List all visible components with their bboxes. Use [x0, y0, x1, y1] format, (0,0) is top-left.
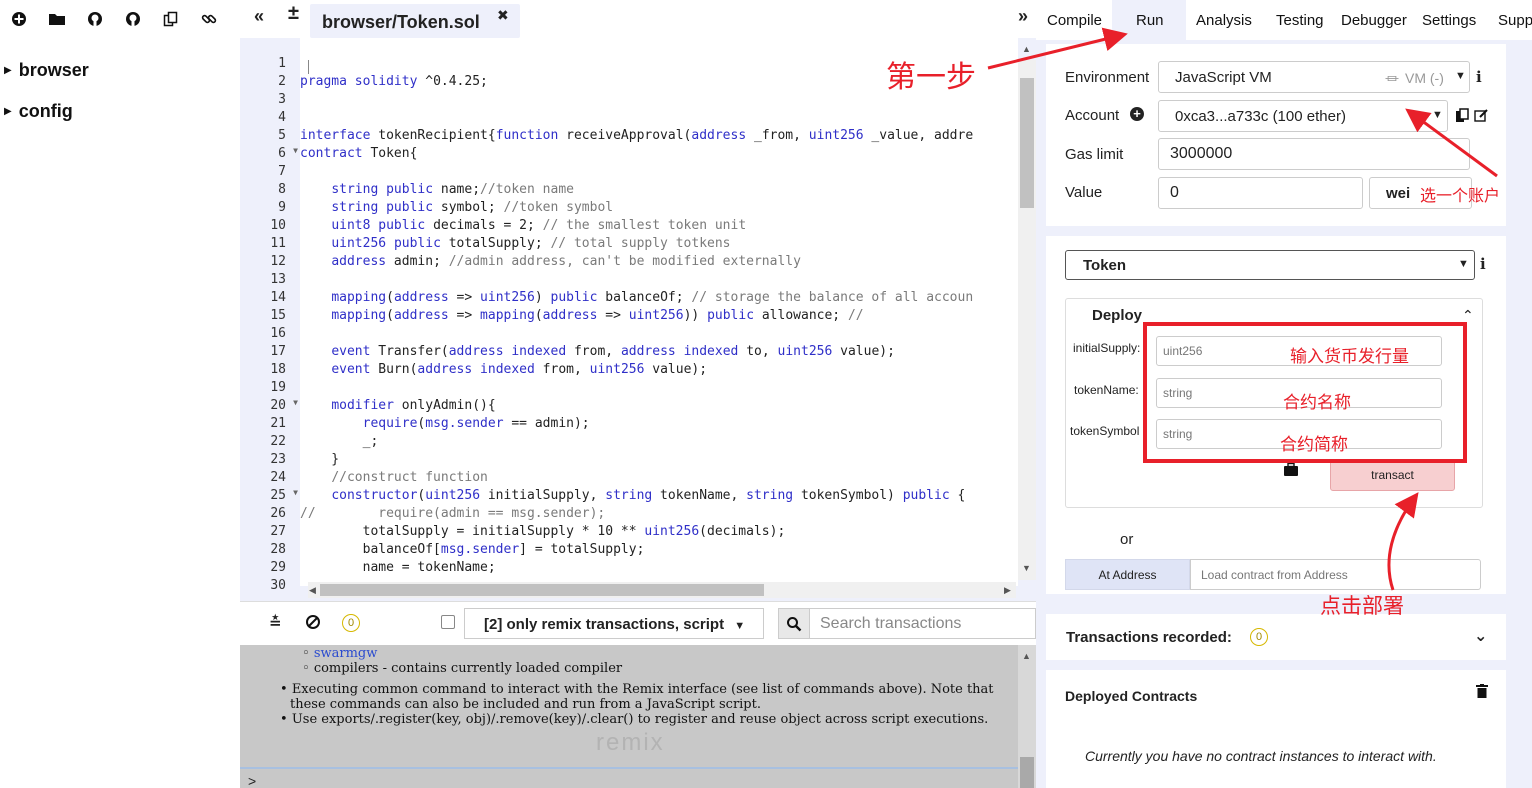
annotation-arrow [987, 27, 1128, 70]
annotation-click-deploy: 点击部署 [1320, 594, 1404, 618]
annotation-contract-name: 合约名称 [1283, 393, 1351, 413]
annotation-arrow [1387, 492, 1419, 591]
annotation-contract-symbol: 合约简称 [1280, 435, 1348, 455]
annotation-choose-account: 选一个账户 [1420, 186, 1501, 205]
annotation-supply: 输入货币发行量 [1290, 347, 1409, 367]
annotation-step1: 第一步 [886, 60, 976, 95]
annotation-arrow [1405, 108, 1498, 178]
